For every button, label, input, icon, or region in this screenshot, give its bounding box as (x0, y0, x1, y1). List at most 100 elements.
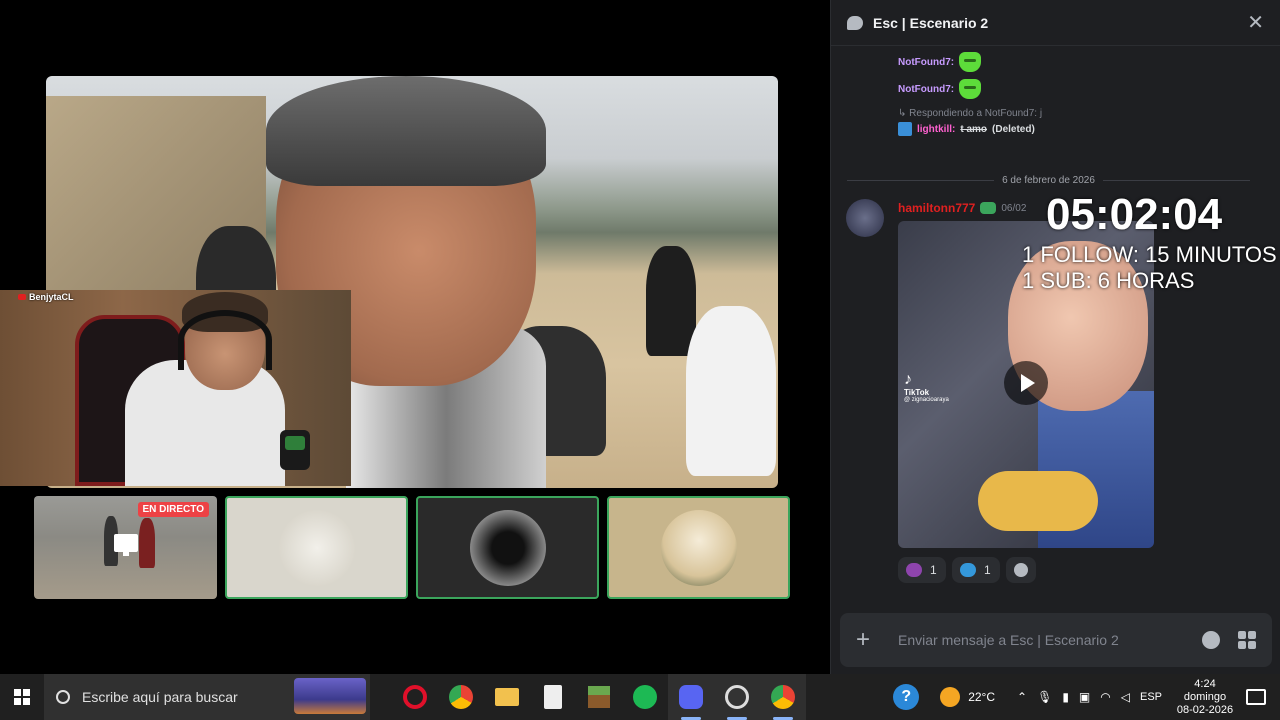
chat-message: NotFound7: (898, 52, 982, 72)
add-reaction-button[interactable] (1006, 557, 1036, 583)
windows-taskbar: Escribe aquí para buscar ? 22°C ⌃ 🎙 ▮ ▣ … (0, 674, 1280, 720)
clock-time: 4:24 (1194, 677, 1216, 690)
clock-date: 08-02-2026 (1176, 703, 1234, 716)
tiktok-label: TikTok (904, 387, 930, 397)
taskbar-app-explorer[interactable] (484, 674, 530, 720)
message-author[interactable]: lightkill: (917, 124, 955, 135)
chat-header: Esc | Escenario 2 ✕ (831, 0, 1280, 46)
message-author[interactable]: NotFound7: (898, 57, 954, 68)
taskbar-app-opera[interactable] (392, 674, 438, 720)
droplets-icon (960, 563, 976, 577)
deleted-text: t amo (960, 123, 988, 135)
post-time: 06/02 (1001, 202, 1027, 214)
message-author[interactable]: NotFound7: (898, 84, 954, 95)
temperature: 22°C (968, 690, 996, 704)
thumbnail-participant[interactable] (225, 496, 408, 599)
member-badge-icon (980, 202, 997, 214)
system-tray: ? 22°C ⌃ 🎙 ▮ ▣ ◠ ◁ ESP 4:24 domingo 08-0… (886, 674, 1280, 720)
attach-plus-icon[interactable]: + (856, 626, 880, 654)
opera-icon (403, 685, 427, 709)
weather-widget[interactable]: 22°C (940, 687, 995, 707)
taskbar-app-discord[interactable] (668, 674, 714, 720)
headset (178, 310, 272, 370)
reaction-count: 1 (984, 563, 991, 577)
taskbar-app-obs[interactable] (714, 674, 760, 720)
taskbar-app-epic[interactable] (530, 674, 576, 720)
eggplant-icon (906, 563, 922, 577)
emoji-icon[interactable] (1202, 631, 1220, 649)
webcam-overlay (0, 290, 351, 486)
start-button[interactable] (0, 674, 44, 720)
search-highlight-image[interactable] (294, 678, 366, 714)
battery-icon[interactable]: ▮ (1062, 690, 1069, 704)
tiktok-icon: ♪ (904, 371, 912, 388)
tiktok-handle: @ zignacioaraya (904, 397, 949, 404)
spotify-icon (633, 685, 657, 709)
video-person (686, 306, 776, 476)
date-divider-label: 6 de febrero de 2026 (1002, 174, 1095, 186)
video-person-hair (266, 76, 546, 186)
epic-games-icon (544, 685, 562, 709)
overlay-follow-text: 1 FOLLOW: 15 MINUTOS (1022, 242, 1277, 267)
participant-avatar (469, 509, 546, 586)
thumbnail-participant[interactable] (607, 496, 790, 599)
search-placeholder: Escribe aquí para buscar (82, 689, 238, 705)
clock[interactable]: 4:24 domingo 08-02-2026 (1170, 678, 1240, 717)
reaction-count: 1 (930, 563, 937, 577)
avatar[interactable] (846, 199, 884, 237)
participant-thumbnails: EN DIRECTO (34, 496, 790, 599)
thumbnail-participant[interactable] (416, 496, 599, 599)
overlay-sub-text: 1 SUB: 6 HORAS (1022, 268, 1195, 293)
search-icon (56, 690, 70, 704)
language-indicator[interactable]: ESP (1140, 691, 1162, 703)
reaction-droplets[interactable]: 1 (952, 557, 1000, 583)
chat-bubble-icon (847, 15, 863, 30)
add-reaction-icon (1014, 563, 1028, 577)
taskbar-app-chrome[interactable] (438, 674, 484, 720)
youtube-icon (18, 294, 26, 300)
chevron-up-icon[interactable]: ⌃ (1017, 690, 1027, 704)
sun-icon (940, 687, 961, 707)
microphone-icon[interactable]: 🎙 (1037, 690, 1052, 704)
message-input[interactable] (898, 632, 1192, 648)
chrome-icon (449, 685, 473, 709)
reply-reference[interactable]: ↳ Respondiendo a NotFound7: j (898, 108, 1042, 119)
taskbar-app-spotify[interactable] (622, 674, 668, 720)
webcam-name: BenjytaCL (29, 292, 74, 302)
play-icon[interactable] (1004, 361, 1048, 405)
notification-icon[interactable] (1246, 689, 1266, 705)
deleted-note: (Deleted) (992, 123, 1035, 135)
emote-icon (959, 52, 982, 72)
obs-icon (725, 685, 749, 709)
date-divider: 6 de febrero de 2026 (847, 173, 1250, 187)
chrome-alt-icon (771, 685, 795, 709)
discord-icon (679, 685, 703, 709)
participant-avatar (660, 509, 737, 586)
thumbnail-stream-live[interactable]: EN DIRECTO (34, 496, 217, 599)
post-author[interactable]: hamiltonn777 (898, 201, 975, 215)
reaction-eggplant[interactable]: 1 (898, 557, 946, 583)
taskbar-app-minecraft[interactable] (576, 674, 622, 720)
taskbar-app-chrome-2[interactable] (760, 674, 806, 720)
stream-stage: BenjytaCL EN DIRECTO (0, 0, 830, 674)
message-composer: + (840, 613, 1272, 667)
minecraft-icon (588, 686, 610, 708)
emote-icon (959, 79, 982, 99)
close-icon[interactable]: ✕ (1247, 10, 1264, 35)
webcam-name-tag: BenjytaCL (18, 292, 74, 302)
reply-text: Respondiendo a NotFound7: j (909, 108, 1043, 119)
overlay-timer: 05:02:04 (1046, 190, 1223, 239)
volume-icon[interactable]: ◁ (1121, 690, 1130, 704)
taskbar-search[interactable]: Escribe aquí para buscar (44, 674, 370, 720)
help-button[interactable]: ? (886, 684, 926, 710)
user-badge-icon (898, 122, 912, 136)
live-badge: EN DIRECTO (137, 502, 209, 517)
apps-icon[interactable] (1238, 631, 1256, 649)
display-icon[interactable]: ▣ (1079, 690, 1090, 704)
chat-message-deleted: lightkill: t amo (Deleted) (898, 122, 1035, 136)
wifi-icon[interactable]: ◠ (1100, 690, 1110, 704)
microphone-light (285, 436, 305, 450)
video-person (646, 246, 696, 356)
screen-share-icon (114, 534, 138, 556)
chat-message: NotFound7: (898, 79, 982, 99)
